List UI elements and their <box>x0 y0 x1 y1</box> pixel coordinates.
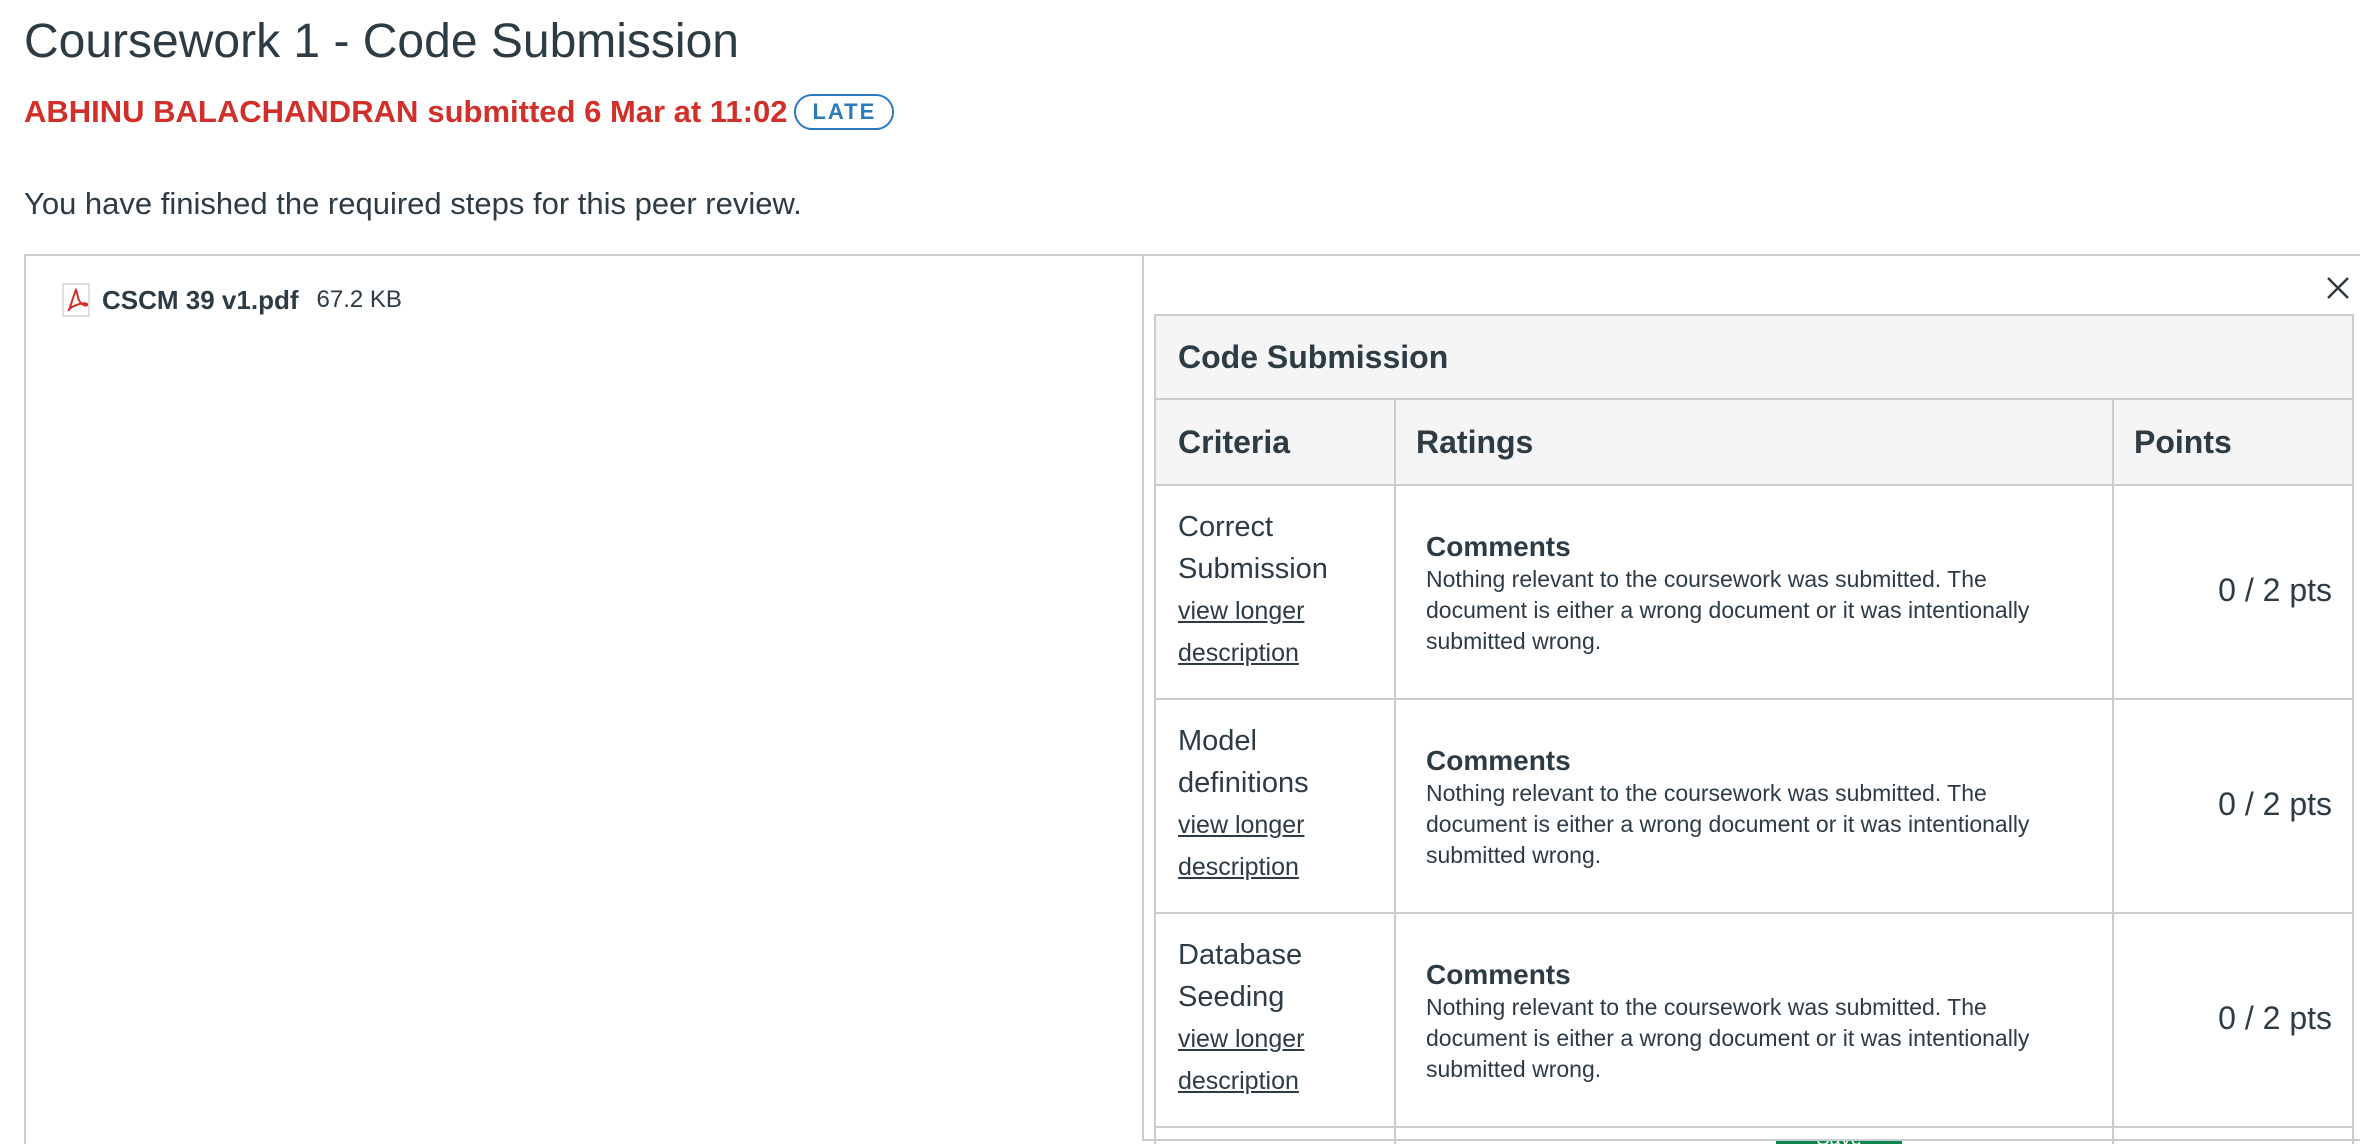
criterion-name-line: definitions <box>1178 767 1309 799</box>
pdf-file-icon <box>60 282 94 318</box>
view-longer-description-link[interactable]: view longer <box>1178 804 1394 846</box>
rubric-title: Code Submission <box>1156 314 2352 400</box>
view-longer-description-link[interactable]: view longer <box>1178 1018 1394 1060</box>
rating-description: Nothing relevant to the coursework was s… <box>1426 566 2030 654</box>
late-badge: LATE <box>794 94 895 130</box>
rubric-header-row: Criteria Ratings Points <box>1156 400 2352 486</box>
points-value: 0 / 2 pts <box>2218 786 2332 822</box>
view-longer-description-link[interactable]: description <box>1178 846 1394 888</box>
rating-description: Nothing relevant to the coursework was s… <box>1426 780 2030 868</box>
criterion-name-line: Submission <box>1178 553 1328 585</box>
criterion-row: Correct Submission view longer descripti… <box>1156 486 2352 700</box>
criterion-row: Model definitions view longer descriptio… <box>1156 700 2352 914</box>
criterion-cell: Correct Submission view longer descripti… <box>1156 486 1396 698</box>
criterion-cell: Model definitions view longer descriptio… <box>1156 700 1396 912</box>
view-longer-description-link[interactable]: description <box>1178 632 1394 674</box>
rating-cell: Comments Nothing relevant to the coursew… <box>1396 700 2114 912</box>
view-longer-description-link[interactable]: view longer <box>1178 590 1394 632</box>
submitter-name: ABHINU BALACHANDRAN <box>24 94 419 129</box>
column-header-points: Points <box>2134 423 2232 460</box>
column-header-ratings: Ratings <box>1396 400 2114 484</box>
rating-title: Comments <box>1426 959 1571 990</box>
criterion-cell: Database Seeding view longer description <box>1156 914 1396 1126</box>
criterion-name-line: Correct <box>1178 511 1274 543</box>
submission-info: ABHINU BALACHANDRAN submitted 6 Mar at 1… <box>24 92 895 132</box>
file-name-link[interactable]: CSCM 39 v1.pdf <box>102 285 299 316</box>
rating-cell: Comments Nothing relevant to the coursew… <box>1396 486 2114 698</box>
criterion-name-line: Database <box>1178 939 1303 971</box>
rating-cell: Comments Nothing relevant to the coursew… <box>1396 914 2114 1126</box>
column-header-criteria: Criteria <box>1156 400 1396 484</box>
page-title: Coursework 1 - Code Submission <box>24 15 739 68</box>
criterion-row-partial <box>1156 1128 2352 1144</box>
rating-title: Comments <box>1426 745 1571 776</box>
points-value: 0 / 2 pts <box>2218 572 2332 608</box>
rating-description: Nothing relevant to the coursework was s… <box>1426 994 2030 1082</box>
close-icon[interactable] <box>2322 272 2354 304</box>
file-attachment[interactable]: CSCM 39 v1.pdf 67.2 KB <box>60 280 402 320</box>
criterion-name-line: Model <box>1178 725 1257 757</box>
rubric-table: Code Submission Criteria Ratings Points … <box>1154 314 2354 1144</box>
submitted-date: submitted 6 Mar at 11:02 <box>427 94 788 129</box>
peer-review-status: You have finished the required steps for… <box>24 186 802 221</box>
criterion-row: Database Seeding view longer description… <box>1156 914 2352 1128</box>
rating-title: Comments <box>1426 531 1571 562</box>
points-value: 0 / 2 pts <box>2218 1000 2332 1036</box>
file-size: 67.2 KB <box>316 286 402 313</box>
view-longer-description-link[interactable]: description <box>1178 1060 1394 1102</box>
criterion-name-line: Seeding <box>1178 981 1285 1013</box>
